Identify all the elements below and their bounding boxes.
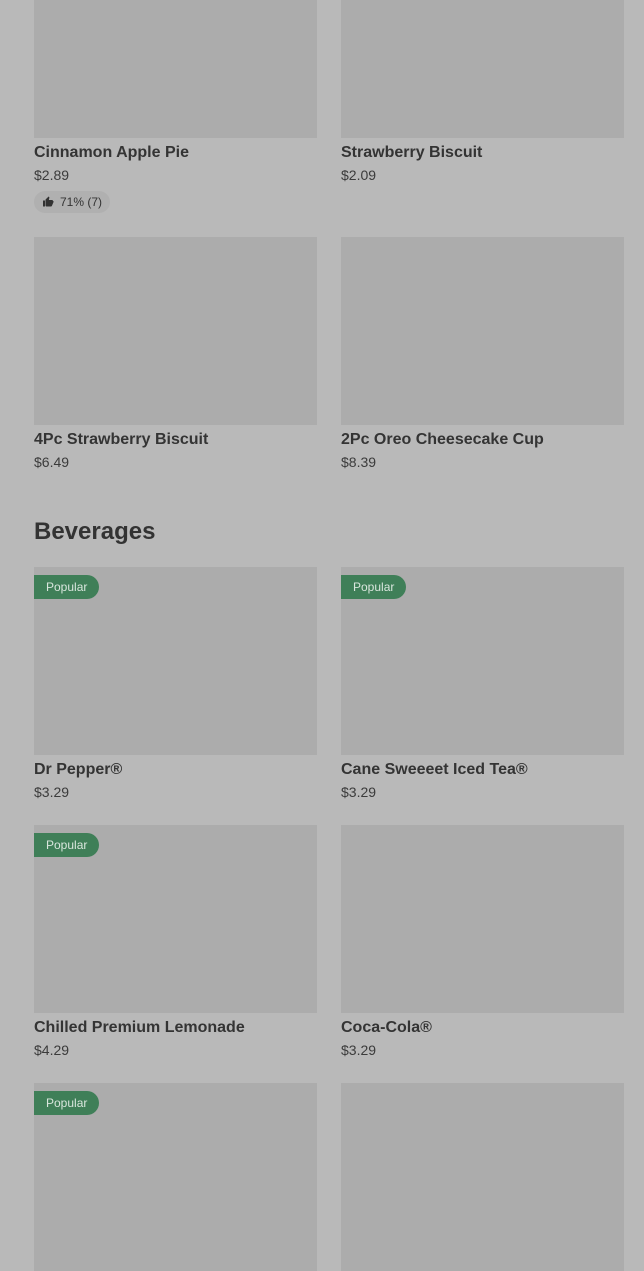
menu-item-card[interactable]: Popular Dr Pepper® $3.29 (34, 567, 317, 800)
popular-badge: Popular (34, 575, 100, 599)
item-image[interactable] (341, 1083, 624, 1271)
item-image[interactable] (34, 0, 317, 138)
item-image[interactable]: Popular (341, 567, 624, 755)
popular-badge: Popular (34, 833, 100, 857)
item-image[interactable]: Popular (34, 825, 317, 1013)
menu-item-card[interactable]: Cinnamon Apple Pie $2.89 71% (7) (34, 0, 317, 213)
thumbs-up-icon (43, 196, 54, 207)
menu-item-card[interactable]: Popular Cane Sweeeet Iced Tea® $3.29 (341, 567, 624, 800)
dessert-grid-row-1: Cinnamon Apple Pie $2.89 71% (7) Strawbe… (34, 0, 624, 213)
item-price: $4.29 (34, 1042, 70, 1058)
item-name: Coca-Cola® (341, 1019, 432, 1036)
item-name: Strawberry Biscuit (341, 144, 483, 161)
item-price: $3.29 (341, 784, 377, 800)
item-name: Cinnamon Apple Pie (34, 144, 189, 161)
menu-item-card[interactable]: Coca-Cola® $3.29 (341, 825, 624, 1058)
item-image[interactable] (341, 237, 624, 425)
menu-item-card[interactable]: Popular (34, 1083, 317, 1271)
beverages-grid-row-1: Popular Dr Pepper® $3.29 Popular Cane Sw… (34, 567, 624, 800)
item-price: $6.49 (34, 454, 70, 470)
popular-badge: Popular (341, 575, 407, 599)
item-price: $8.39 (341, 454, 377, 470)
item-image[interactable] (34, 237, 317, 425)
item-name: 4Pc Strawberry Biscuit (34, 431, 209, 448)
beverages-grid-row-3: Popular (34, 1083, 624, 1271)
popular-badge: Popular (34, 1091, 100, 1115)
item-price: $3.29 (34, 784, 70, 800)
rating-text: 71% (7) (60, 195, 103, 209)
beverages-grid-row-2: Popular Chilled Premium Lemonade $4.29 C… (34, 825, 624, 1058)
menu-item-card[interactable] (341, 1083, 624, 1271)
item-image[interactable] (341, 0, 624, 138)
item-price: $3.29 (341, 1042, 377, 1058)
item-price: $2.89 (34, 167, 70, 183)
menu-item-card[interactable]: 2Pc Oreo Cheesecake Cup $8.39 (341, 237, 624, 470)
item-image[interactable] (341, 825, 624, 1013)
menu-item-card[interactable]: 4Pc Strawberry Biscuit $6.49 (34, 237, 317, 470)
item-image[interactable]: Popular (34, 567, 317, 755)
rating-chip: 71% (7) (34, 191, 111, 213)
dessert-grid-row-2: 4Pc Strawberry Biscuit $6.49 2Pc Oreo Ch… (34, 237, 624, 470)
section-title-beverages: Beverages (34, 518, 156, 545)
item-name: Dr Pepper® (34, 761, 123, 778)
menu-item-card[interactable]: Strawberry Biscuit $2.09 (341, 0, 624, 213)
item-name: 2Pc Oreo Cheesecake Cup (341, 431, 544, 448)
item-name: Chilled Premium Lemonade (34, 1019, 245, 1036)
item-price: $2.09 (341, 167, 377, 183)
item-name: Cane Sweeeet Iced Tea® (341, 761, 528, 778)
item-image[interactable]: Popular (34, 1083, 317, 1271)
menu-item-card[interactable]: Popular Chilled Premium Lemonade $4.29 (34, 825, 317, 1058)
